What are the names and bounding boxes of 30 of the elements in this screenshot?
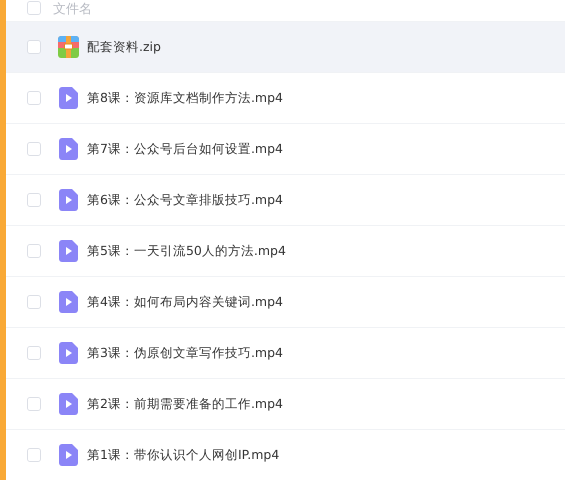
file-name: 第8课：资源库文档制作方法.mp4 (87, 88, 283, 107)
file-name: 第6课：公众号文章排版技巧.mp4 (87, 190, 283, 209)
column-header: 文件名 (53, 1, 92, 16)
checkbox[interactable] (27, 142, 41, 156)
play-file-icon (59, 189, 78, 211)
play-file-icon (59, 291, 78, 313)
play-file-icon (59, 444, 78, 466)
checkbox[interactable] (27, 397, 41, 411)
checkbox[interactable] (27, 295, 41, 309)
file-name: 第7课：公众号后台如何设置.mp4 (87, 140, 283, 158)
checkbox[interactable] (27, 448, 41, 462)
play-file-icon (59, 87, 78, 109)
play-file-icon (59, 342, 78, 364)
checkbox[interactable] (27, 193, 41, 207)
file-row[interactable]: 配套资料.zip (6, 22, 565, 73)
play-file-icon (59, 393, 78, 415)
checkbox[interactable] (27, 40, 41, 54)
file-name: 第3课：伪原创文章写作技巧.mp4 (87, 344, 283, 362)
file-name: 第4课：如何布局内容关键词.mp4 (87, 292, 283, 311)
play-file-icon (59, 240, 78, 262)
checkbox[interactable] (27, 91, 41, 105)
play-file-icon (59, 138, 78, 160)
file-name: 第1课：带你认识个人网创IP.mp4 (87, 446, 280, 464)
checkbox[interactable] (27, 244, 41, 258)
file-name: 第5课：一天引流50人的方法.mp4 (87, 242, 286, 260)
file-name: 配套资料.zip (87, 38, 161, 56)
file-name: 第2课：前期需要准备的工作.mp4 (87, 394, 283, 413)
checkbox[interactable] (27, 1, 41, 15)
checkbox[interactable] (27, 346, 41, 360)
archive-icon (58, 36, 79, 58)
